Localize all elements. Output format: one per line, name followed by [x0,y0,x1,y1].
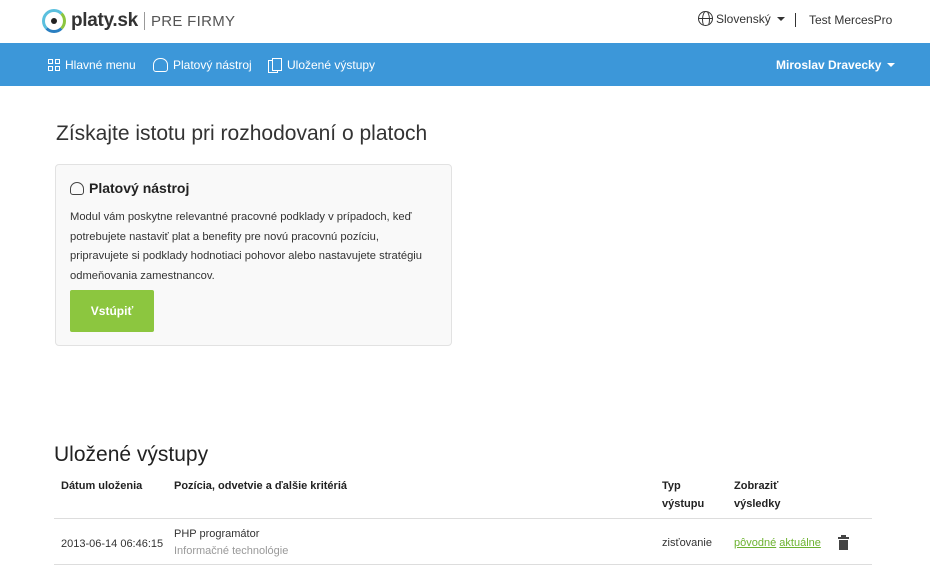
globe-icon [698,11,713,26]
enter-button[interactable]: Vstúpiť [70,290,154,332]
row-date: 2013-06-14 06:46:15 [61,538,164,550]
language-label: Slovenský [716,11,771,26]
column-header-type-line1: Typ [662,480,681,492]
column-header-date: Dátum uloženia [61,480,143,492]
brand-name: platy.sk [71,10,138,31]
card-description: Modul vám poskytne relevantné pracovné p… [70,211,423,282]
chevron-down-icon [887,62,896,67]
top-header: platy.sk PRE FIRMY Slovenský Test Merces… [0,0,930,43]
nav-item-label: Uložené výstupy [287,57,376,72]
user-name: Miroslav Dravecky [776,57,882,72]
brand-subtitle: PRE FIRMY [150,12,236,30]
page-title: Získajte istotu pri rozhodovaní o platoc… [56,122,428,145]
account-link[interactable]: Test MercesPro [809,13,892,27]
saved-outputs-title: Uložené výstupy [54,443,209,466]
salary-tool-card: Platový nástroj Modul vám poskytne relev… [55,164,452,346]
row-industry: Informačné technológie [174,545,289,557]
hand-icon [70,181,84,195]
user-menu[interactable]: Miroslav Dravecky [776,43,896,86]
trash-icon[interactable] [838,535,849,550]
column-header-type: Typ výstupu [662,477,704,513]
row-type: zisťovanie [662,537,712,549]
nav-item-salary-tool[interactable]: Platový nástroj [153,43,252,86]
column-header-show-line1: Zobraziť [734,480,779,492]
hand-icon [153,57,168,72]
brand-logo[interactable]: platy.sk PRE FIRMY [42,7,235,35]
card-title-text: Platový nástroj [89,180,190,196]
nav-item-label: Platový nástroj [173,57,252,72]
link-current[interactable]: aktuálne [779,537,821,549]
table-header-divider [54,518,872,519]
column-header-show-line2: výsledky [734,498,781,510]
card-title: Platový nástroj [70,180,189,196]
grid-icon [48,58,60,71]
column-header-position: Pozícia, odvetvie a ďalšie kritériá [174,480,347,492]
row-position: PHP programátor [174,528,260,540]
column-header-type-line2: výstupu [662,498,705,510]
nav-item-saved-outputs[interactable]: Uložené výstupy [268,43,375,86]
nav-item-main-menu[interactable]: Hlavné menu [48,43,136,86]
logo-icon [42,9,66,33]
main-navbar: Hlavné menu Platový nástroj Uložené výst… [0,43,930,86]
language-selector[interactable]: Slovenský [698,11,785,26]
row-links: pôvodné aktuálne [734,537,821,549]
pages-icon [268,58,282,73]
column-header-show: Zobraziť výsledky [734,477,780,513]
brand-divider [143,12,145,30]
header-divider [795,13,796,27]
nav-item-label: Hlavné menu [65,57,136,72]
chevron-down-icon [776,16,785,21]
link-original[interactable]: pôvodné [734,537,776,549]
table-row-divider [54,564,872,565]
